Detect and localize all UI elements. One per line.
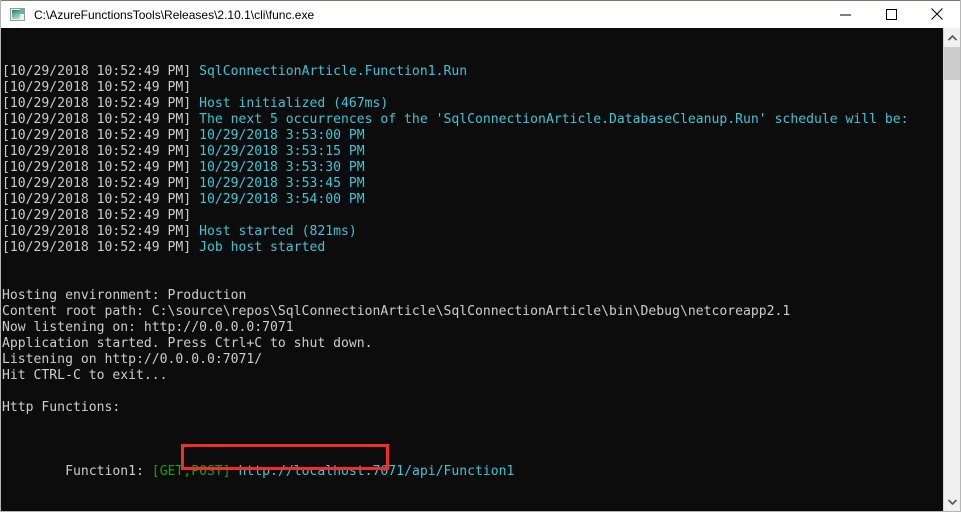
title-bar[interactable]: C:\AzureFunctionsTools\Releases\2.10.1\c… (0, 0, 961, 28)
scroll-up-arrow-icon[interactable] (944, 29, 960, 46)
plain-log-line: Now listening on: http://0.0.0.0:7071 (2, 320, 294, 335)
close-button[interactable] (914, 0, 960, 28)
log-line: [10/29/2018 10:52:49 PM] 10/29/2018 3:53… (2, 144, 944, 160)
console-output[interactable]: [10/29/2018 10:52:49 PM] SqlConnectionAr… (1, 28, 944, 511)
window-title: C:\AzureFunctionsTools\Releases\2.10.1\c… (34, 7, 315, 22)
log-line: [10/29/2018 10:52:49 PM] (2, 208, 944, 224)
log-timestamp: [10/29/2018 10:52:49 PM] (2, 224, 192, 239)
http-function-name: Function1: (65, 464, 144, 479)
log-timestamp: [10/29/2018 10:52:49 PM] (2, 160, 192, 175)
log-line: [10/29/2018 10:52:49 PM] (2, 80, 944, 96)
log-timestamp: [10/29/2018 10:52:49 PM] (2, 128, 192, 143)
window-border-left (0, 0, 1, 512)
plain-log-line: Hosting environment: Production (2, 288, 247, 303)
window-controls (822, 0, 960, 29)
log-timestamp: [10/29/2018 10:52:49 PM] (2, 240, 192, 255)
plain-log-line: Http Functions: (2, 400, 121, 415)
log-line: [10/29/2018 10:52:49 PM] 10/29/2018 3:53… (2, 128, 944, 144)
http-function-indent (2, 464, 65, 479)
log-message: Job host started (191, 240, 326, 255)
log-message: 10/29/2018 3:53:15 PM (191, 144, 365, 159)
plain-log-line: Content root path: C:\source\repos\SqlCo… (2, 304, 791, 319)
log-timestamp: [10/29/2018 10:52:49 PM] (2, 144, 192, 159)
log-timestamp: [10/29/2018 10:52:49 PM] (2, 112, 192, 127)
plain-log-line (2, 384, 944, 400)
log-message: 10/29/2018 3:53:00 PM (191, 128, 365, 143)
log-message: Host started (821ms) (191, 224, 357, 239)
log-message: Host initialized (467ms) (191, 96, 389, 111)
log-timestamp: [10/29/2018 10:52:49 PM] (2, 208, 192, 223)
log-line: [10/29/2018 10:52:49 PM] SqlConnectionAr… (2, 64, 944, 80)
plain-log-lines: Hosting environment: Production Content r… (2, 288, 944, 432)
console-window: C:\AzureFunctionsTools\Releases\2.10.1\c… (0, 0, 961, 512)
maximize-button[interactable] (868, 0, 914, 28)
log-timestamp: [10/29/2018 10:52:49 PM] (2, 64, 192, 79)
log-line: [10/29/2018 10:52:49 PM] 10/29/2018 3:53… (2, 160, 944, 176)
log-message: 10/29/2018 3:53:30 PM (191, 160, 365, 175)
log-message: 10/29/2018 3:54:00 PM (191, 192, 365, 207)
plain-log-line: Listening on http://0.0.0.0:7071/ (2, 352, 263, 367)
log-timestamp: [10/29/2018 10:52:49 PM] (2, 80, 192, 95)
http-function-line: Function1: [GET,POST] http://localhost:7… (2, 464, 944, 480)
http-function-url[interactable]: http://localhost:7071/api/Function1 (231, 464, 515, 479)
plain-log-line (2, 416, 944, 432)
log-line: [10/29/2018 10:52:49 PM] Host started (8… (2, 224, 944, 240)
log-message: The next 5 occurrences of the 'SqlConnec… (191, 112, 909, 127)
log-message: 10/29/2018 3:53:45 PM (191, 176, 365, 191)
log-line: [10/29/2018 10:52:49 PM] Host initialize… (2, 96, 944, 112)
log-timestamp: [10/29/2018 10:52:49 PM] (2, 176, 192, 191)
log-message: SqlConnectionArticle.Function1.Run (191, 64, 468, 79)
minimize-button[interactable] (822, 0, 868, 28)
timestamped-log-lines: [10/29/2018 10:52:49 PM] SqlConnectionAr… (2, 64, 944, 256)
log-line: [10/29/2018 10:52:49 PM] Job host starte… (2, 240, 944, 256)
console-app-icon (10, 7, 26, 23)
vertical-scrollbar[interactable] (943, 28, 960, 511)
scroll-down-arrow-icon[interactable] (944, 493, 960, 510)
scrollbar-thumb[interactable] (944, 47, 960, 80)
log-line: [10/29/2018 10:52:49 PM] 10/29/2018 3:53… (2, 176, 944, 192)
log-line: [10/29/2018 10:52:49 PM] The next 5 occu… (2, 112, 944, 128)
log-line: [10/29/2018 10:52:49 PM] 10/29/2018 3:54… (2, 192, 944, 208)
log-timestamp: [10/29/2018 10:52:49 PM] (2, 192, 192, 207)
http-function-methods: [GET,POST] (143, 464, 231, 479)
log-timestamp: [10/29/2018 10:52:49 PM] (2, 96, 192, 111)
plain-log-line: Hit CTRL-C to exit... (2, 368, 168, 383)
plain-log-line: Application started. Press Ctrl+C to shu… (2, 336, 373, 351)
